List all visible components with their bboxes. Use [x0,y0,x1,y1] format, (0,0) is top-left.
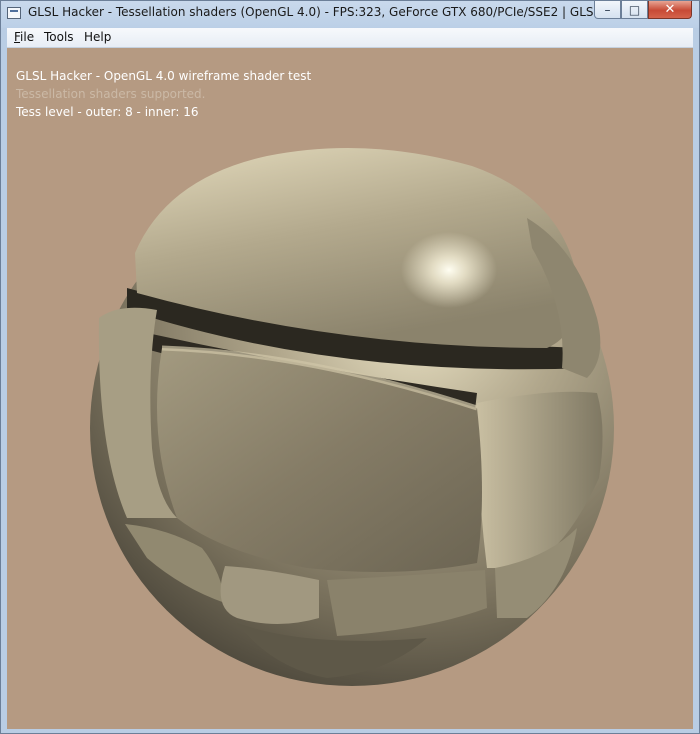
render-viewport[interactable]: GLSL Hacker - OpenGL 4.0 wireframe shade… [7,48,693,729]
menu-help[interactable]: Help [84,30,111,44]
sphere-specular-highlight [401,232,497,308]
overlay-title: GLSL Hacker - OpenGL 4.0 wireframe shade… [16,69,312,83]
menu-tools[interactable]: Tools [44,30,74,44]
window-controls: – □ ✕ [594,1,692,19]
tessellated-sphere-render [90,148,614,686]
overlay-tess-level: Tess level - outer: 8 - inner: 16 [16,105,199,119]
app-window: GLSL Hacker - Tessellation shaders (Open… [0,0,700,734]
window-title: GLSL Hacker - Tessellation shaders (Open… [28,5,593,19]
title-bar[interactable]: GLSL Hacker - Tessellation shaders (Open… [1,1,699,28]
close-icon: ✕ [664,2,676,17]
menu-file-label: ile [20,30,35,44]
minimize-button[interactable]: – [594,1,621,19]
close-button[interactable]: ✕ [648,1,692,19]
app-window-icon[interactable] [7,7,21,19]
maximize-icon: □ [628,3,641,17]
minimize-icon: – [604,3,611,17]
menu-bar: File Tools Help [7,28,693,48]
maximize-button[interactable]: □ [621,1,648,19]
overlay-tess-support: Tessellation shaders supported. [16,87,206,101]
menu-file[interactable]: File [14,30,34,44]
